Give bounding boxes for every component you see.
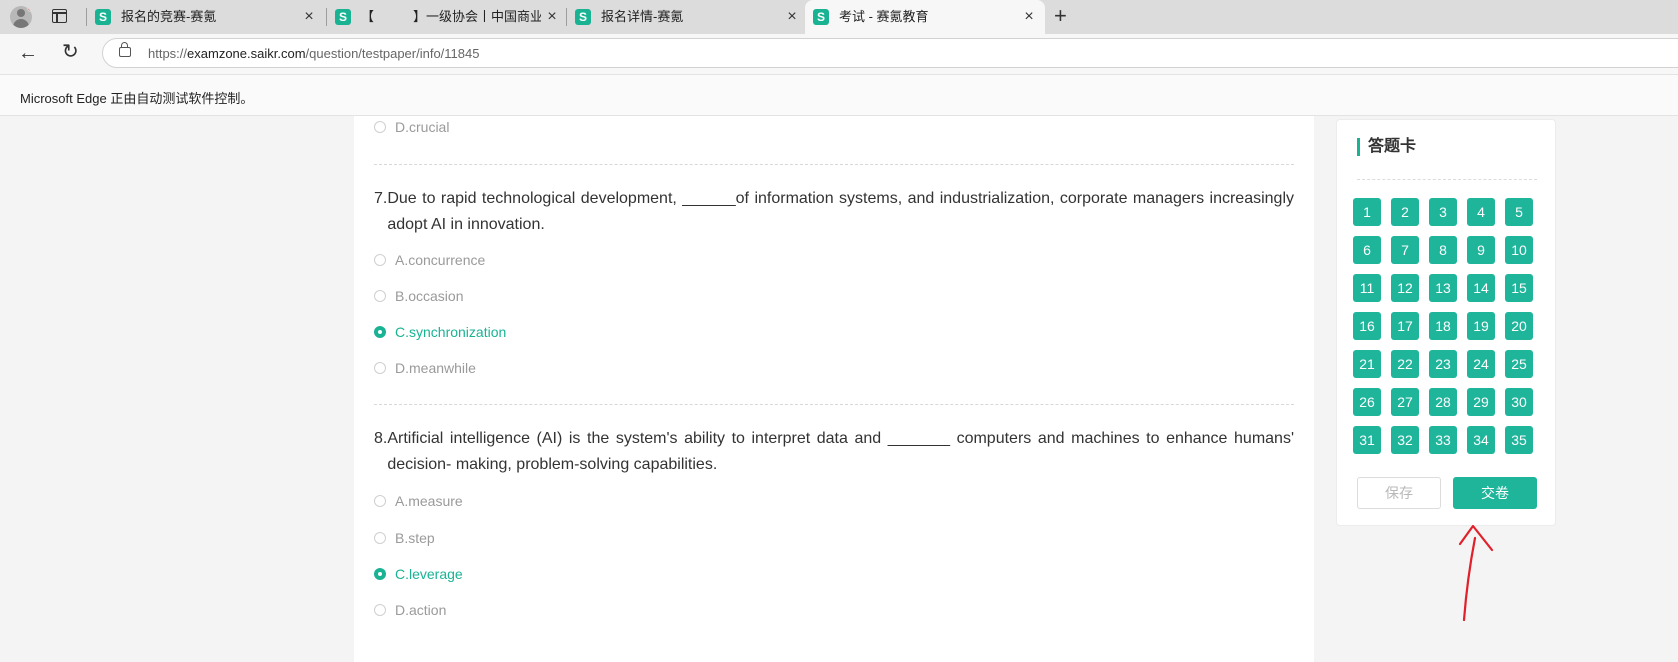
radio-checked-icon[interactable]	[374, 568, 386, 580]
answer-card-number-14[interactable]: 14	[1467, 274, 1495, 302]
answer-card-number-7[interactable]: 7	[1391, 236, 1419, 264]
answer-card-number-10[interactable]: 10	[1505, 236, 1533, 264]
question-6-option-d[interactable]: D.crucial	[374, 116, 449, 138]
answer-card-number-9[interactable]: 9	[1467, 236, 1495, 264]
radio-icon[interactable]	[374, 254, 386, 266]
radio-icon[interactable]	[374, 495, 386, 507]
answer-card-number-12[interactable]: 12	[1391, 274, 1419, 302]
answer-card-number-13[interactable]: 13	[1429, 274, 1457, 302]
answer-card-number-26[interactable]: 26	[1353, 388, 1381, 416]
radio-icon[interactable]	[374, 532, 386, 544]
info-bar-text: Microsoft Edge 正由自动测试软件控制。	[20, 91, 254, 106]
lock-icon[interactable]	[119, 42, 131, 57]
tab-close-icon[interactable]: ×	[302, 8, 316, 26]
answer-card-number-33[interactable]: 33	[1429, 426, 1457, 454]
tab-actions-icon[interactable]	[52, 9, 67, 23]
site-favicon-icon: S	[575, 9, 591, 25]
submit-exam-button[interactable]: 交卷	[1453, 477, 1537, 509]
navigation-bar: ← ↻ https://examzone.saikr.com/question/…	[0, 34, 1678, 74]
site-favicon-icon: S	[335, 9, 351, 25]
answer-card-number-2[interactable]: 2	[1391, 198, 1419, 226]
address-url[interactable]: https://examzone.saikr.com/question/test…	[148, 46, 479, 62]
radio-checked-icon[interactable]	[374, 326, 386, 338]
question-8-option-a[interactable]: A.measure	[374, 490, 463, 512]
answer-card-number-3[interactable]: 3	[1429, 198, 1457, 226]
answer-card-number-19[interactable]: 19	[1467, 312, 1495, 340]
question-number: 8.	[374, 430, 388, 447]
answer-card-number-4[interactable]: 4	[1467, 198, 1495, 226]
tab-title: 报名的竞赛-赛氪	[121, 9, 217, 24]
site-favicon-icon: S	[813, 9, 829, 25]
answer-card-number-35[interactable]: 35	[1505, 426, 1533, 454]
notification-dot	[27, 6, 32, 12]
answer-card-number-24[interactable]: 24	[1467, 350, 1495, 378]
tab-title: 【 】一级协会丨中国商业联	[361, 9, 541, 24]
answer-card-number-22[interactable]: 22	[1391, 350, 1419, 378]
tab-bar: S 报名的竞赛-赛氪 × S 【 】一级协会丨中国商业联 × S 报名详情-赛氪…	[0, 0, 1678, 34]
answer-card-number-11[interactable]: 11	[1353, 274, 1381, 302]
answer-card-number-30[interactable]: 30	[1505, 388, 1533, 416]
tab-1[interactable]: S 【 】一级协会丨中国商业联 ×	[326, 0, 565, 34]
question-8: 8. Artificial intelligence (AI) is the s…	[374, 426, 1294, 478]
answer-card-number-29[interactable]: 29	[1467, 388, 1495, 416]
question-8-option-b[interactable]: B.step	[374, 527, 435, 549]
answer-card-number-21[interactable]: 21	[1353, 350, 1381, 378]
answer-card-number-1[interactable]: 1	[1353, 198, 1381, 226]
tab-title: 考试 - 赛氪教育	[839, 9, 929, 24]
profile-avatar-icon[interactable]	[10, 6, 32, 28]
tab-close-icon[interactable]: ×	[545, 8, 559, 26]
answer-card-number-25[interactable]: 25	[1505, 350, 1533, 378]
question-divider	[374, 164, 1294, 165]
site-favicon-icon: S	[95, 9, 111, 25]
save-button[interactable]: 保存	[1357, 477, 1441, 509]
answer-card-number-23[interactable]: 23	[1429, 350, 1457, 378]
radio-icon[interactable]	[374, 290, 386, 302]
answer-card-number-16[interactable]: 16	[1353, 312, 1381, 340]
answer-card-number-31[interactable]: 31	[1353, 426, 1381, 454]
address-bar[interactable]: https://examzone.saikr.com/question/test…	[102, 38, 1678, 68]
question-text: Artificial intelligence (AI) is the syst…	[387, 430, 1294, 473]
automation-info-bar: Microsoft Edge 正由自动测试软件控制。	[0, 74, 1678, 116]
answer-card: 答题卡 1 2 3 4 5 6 7 8 9 10 11 12 13 14 15 16 17 18 19 20 21 22 2…	[1336, 119, 1556, 526]
question-7-option-a[interactable]: A.concurrence	[374, 249, 485, 271]
question-8-option-d[interactable]: D.action	[374, 599, 446, 621]
tab-3-active[interactable]: S 考试 - 赛氪教育 ×	[805, 0, 1045, 34]
answer-card-number-27[interactable]: 27	[1391, 388, 1419, 416]
question-7: 7. Due to rapid technological developmen…	[374, 186, 1294, 238]
answer-card-number-32[interactable]: 32	[1391, 426, 1419, 454]
question-panel: D.crucial 7. Due to rapid technological …	[354, 116, 1314, 662]
page-content: D.crucial 7. Due to rapid technological …	[0, 116, 1678, 662]
reload-icon[interactable]: ↻	[62, 41, 79, 63]
question-7-option-d[interactable]: D.meanwhile	[374, 357, 476, 379]
question-8-option-c[interactable]: C.leverage	[374, 563, 463, 585]
answer-card-number-34[interactable]: 34	[1467, 426, 1495, 454]
tab-title: 报名详情-赛氪	[601, 9, 684, 24]
question-text: Due to rapid technological development, …	[387, 190, 1294, 233]
answer-card-number-5[interactable]: 5	[1505, 198, 1533, 226]
radio-icon[interactable]	[374, 604, 386, 616]
question-number: 7.	[374, 190, 388, 207]
question-7-option-b[interactable]: B.occasion	[374, 285, 463, 307]
tab-close-icon[interactable]: ×	[1022, 8, 1036, 26]
new-tab-icon[interactable]: +	[1054, 4, 1067, 28]
radio-icon[interactable]	[374, 121, 386, 133]
answer-card-number-8[interactable]: 8	[1429, 236, 1457, 264]
question-divider	[374, 404, 1294, 405]
answer-card-title: 答题卡	[1357, 138, 1416, 156]
answer-card-number-18[interactable]: 18	[1429, 312, 1457, 340]
radio-icon[interactable]	[374, 362, 386, 374]
answer-card-number-15[interactable]: 15	[1505, 274, 1533, 302]
answer-card-number-17[interactable]: 17	[1391, 312, 1419, 340]
tab-2[interactable]: S 报名详情-赛氪 ×	[566, 0, 803, 34]
tab-0[interactable]: S 报名的竞赛-赛氪 ×	[86, 0, 325, 34]
question-7-option-c[interactable]: C.synchronization	[374, 321, 506, 343]
tab-close-icon[interactable]: ×	[785, 8, 799, 26]
annotation-arrow	[1458, 524, 1494, 622]
answer-card-number-28[interactable]: 28	[1429, 388, 1457, 416]
back-arrow-icon[interactable]: ←	[18, 42, 38, 64]
card-divider	[1357, 179, 1537, 180]
answer-card-number-20[interactable]: 20	[1505, 312, 1533, 340]
answer-card-number-6[interactable]: 6	[1353, 236, 1381, 264]
